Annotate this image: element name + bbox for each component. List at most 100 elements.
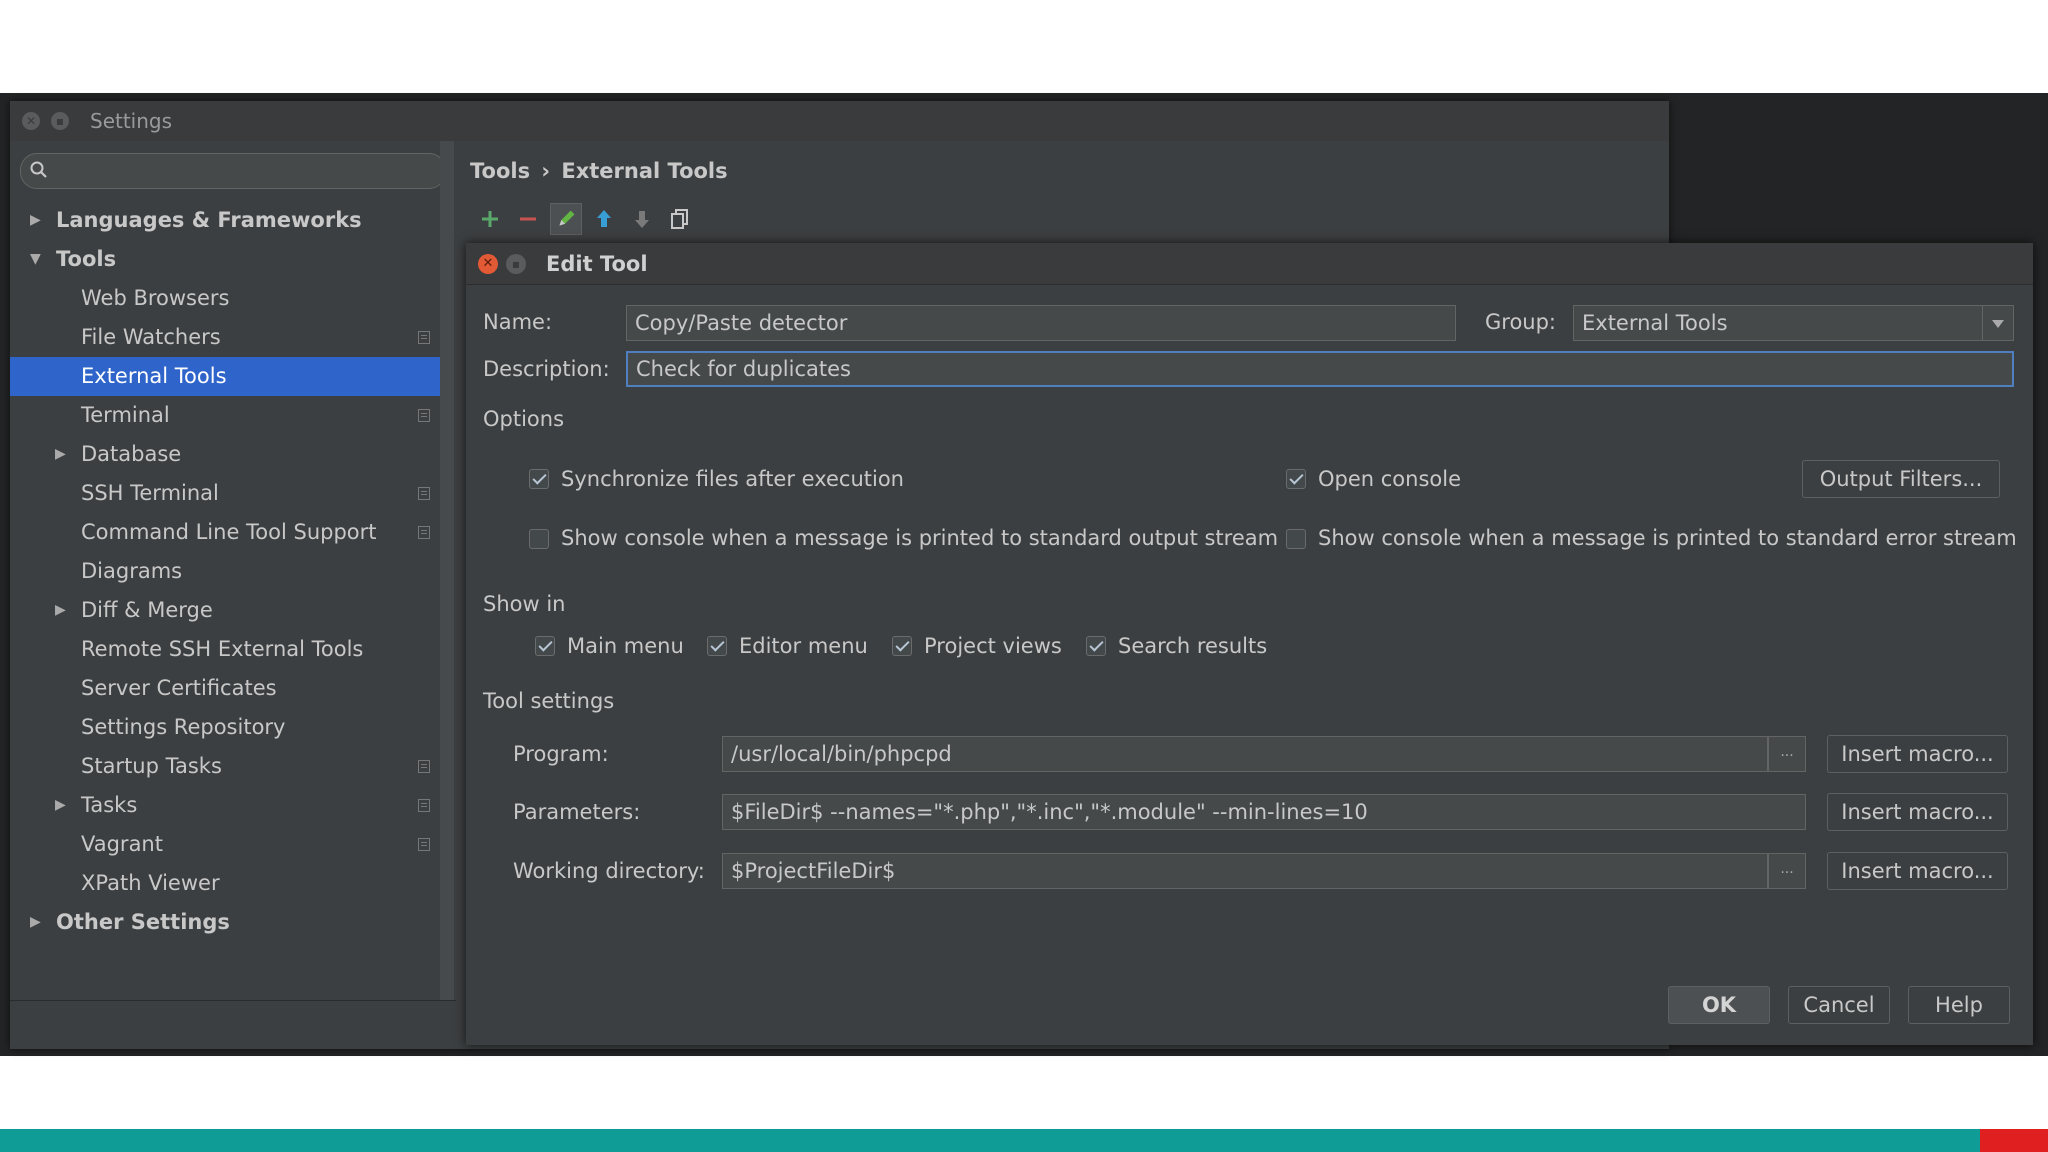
tree-item[interactable]: XPath Viewer [10, 864, 456, 903]
tree-item[interactable]: ▶ Languages & Frameworks [10, 201, 456, 240]
tree-item[interactable]: ▶ Tasks [10, 786, 456, 825]
tree-item[interactable]: ▶ Other Settings [10, 903, 456, 942]
tree-item[interactable]: Settings Repository [10, 708, 456, 747]
show-console-stderr-checkbox[interactable] [1286, 529, 1306, 549]
collapsed-arrow-icon[interactable]: ▶ [55, 435, 66, 474]
search-results-checkbox[interactable] [1086, 636, 1106, 656]
help-button[interactable]: Help [1908, 986, 2010, 1024]
minimize-icon[interactable]: ▪ [506, 254, 526, 274]
sidebar-scrollbar[interactable] [440, 141, 454, 1001]
group-select-value: External Tools [1582, 311, 1728, 335]
breadcrumb: Tools › External Tools [470, 159, 728, 183]
tree-item[interactable]: Command Line Tool Support [10, 513, 456, 552]
show-console-stdout-checkbox[interactable] [529, 529, 549, 549]
tree-item[interactable]: External Tools [10, 357, 454, 396]
tree-item[interactable]: ▶ Diff & Merge [10, 591, 456, 630]
chevron-down-icon[interactable] [1982, 306, 2013, 340]
editor-menu-label[interactable]: Editor menu [739, 634, 868, 658]
tree-item[interactable]: File Watchers [10, 318, 456, 357]
settings-titlebar: ✕ ▪ Settings [10, 101, 1669, 141]
browse-program-button[interactable]: ... [1768, 736, 1806, 772]
tree-item-label: Server Certificates [81, 676, 277, 700]
description-field[interactable]: Check for duplicates [626, 351, 2014, 387]
search-input[interactable] [20, 153, 446, 189]
divider [10, 1000, 456, 1001]
close-icon[interactable]: ✕ [22, 112, 40, 130]
parameters-field[interactable]: $FileDir$ --names="*.php","*.inc","*.mod… [722, 794, 1806, 830]
name-label: Name: [483, 310, 553, 334]
tree-item-label: Web Browsers [81, 286, 230, 310]
project-views-label[interactable]: Project views [924, 634, 1062, 658]
tool-settings-heading: Tool settings [483, 689, 615, 713]
tree-item[interactable]: ▼ Tools [10, 240, 456, 279]
search-results-label[interactable]: Search results [1118, 634, 1267, 658]
main-menu-label[interactable]: Main menu [567, 634, 684, 658]
tree-item[interactable]: Server Certificates [10, 669, 456, 708]
collapsed-arrow-icon[interactable]: ▶ [55, 786, 66, 825]
tree-item[interactable]: Web Browsers [10, 279, 456, 318]
breadcrumb-parent[interactable]: Tools [470, 159, 530, 183]
close-icon[interactable]: ✕ [478, 254, 498, 274]
tree-item[interactable]: Remote SSH External Tools [10, 630, 456, 669]
insert-macro-parameters-button[interactable]: Insert macro... [1827, 793, 2008, 831]
parameters-label: Parameters: [513, 800, 641, 824]
tree-item-label: Tasks [81, 793, 138, 817]
tree-item-label: Diagrams [81, 559, 183, 583]
bottom-margin [0, 1056, 2048, 1129]
edit-icon[interactable] [550, 203, 582, 235]
sync-files-checkbox[interactable] [529, 469, 549, 489]
insert-macro-program-button[interactable]: Insert macro... [1827, 735, 2008, 773]
show-in-heading: Show in [483, 592, 566, 616]
dialog-title: Edit Tool [546, 252, 648, 276]
remove-icon[interactable] [512, 203, 544, 235]
tree-item[interactable]: Vagrant [10, 825, 456, 864]
bottom-accent-red [1980, 1129, 2048, 1152]
show-console-stdout-label[interactable]: Show console when a message is printed t… [561, 526, 1278, 550]
tree-item[interactable]: ▶ Database [10, 435, 456, 474]
collapsed-arrow-icon[interactable]: ▶ [30, 903, 41, 942]
tree-item-label: File Watchers [81, 325, 221, 349]
tree-item-label: Other Settings [56, 910, 230, 934]
collapsed-arrow-icon[interactable]: ▶ [30, 201, 41, 240]
working-directory-field[interactable]: $ProjectFileDir$ [722, 853, 1768, 889]
sync-files-label[interactable]: Synchronize files after execution [561, 467, 904, 491]
tree-item-label: Database [81, 442, 182, 466]
browse-working-directory-button[interactable]: ... [1768, 853, 1806, 889]
main-menu-checkbox[interactable] [535, 636, 555, 656]
project-views-checkbox[interactable] [892, 636, 912, 656]
insert-macro-working-directory-button[interactable]: Insert macro... [1827, 852, 2008, 890]
add-icon[interactable] [474, 203, 506, 235]
move-up-icon[interactable] [588, 203, 620, 235]
window-title: Settings [90, 109, 173, 133]
group-select[interactable]: External Tools [1573, 305, 2014, 341]
move-down-icon[interactable] [626, 203, 658, 235]
tree-item-label: Remote SSH External Tools [81, 637, 364, 661]
tree-item[interactable]: Terminal [10, 396, 456, 435]
tree-item-label: Diff & Merge [81, 598, 213, 622]
description-label: Description: [483, 357, 610, 381]
program-field[interactable]: /usr/local/bin/phpcpd [722, 736, 1768, 772]
show-console-stderr-label[interactable]: Show console when a message is printed t… [1318, 526, 2017, 550]
cancel-button[interactable]: Cancel [1788, 986, 1890, 1024]
expanded-arrow-icon[interactable]: ▼ [30, 240, 41, 279]
tree-item[interactable]: SSH Terminal [10, 474, 456, 513]
tree-item-label: Terminal [81, 403, 170, 427]
project-level-icon [418, 409, 430, 422]
group-label: Group: [1485, 310, 1557, 334]
open-console-checkbox[interactable] [1286, 469, 1306, 489]
tree-item[interactable]: Startup Tasks [10, 747, 456, 786]
tree-item-label: Tools [56, 247, 117, 271]
collapsed-arrow-icon[interactable]: ▶ [55, 591, 66, 630]
open-console-label[interactable]: Open console [1318, 467, 1461, 491]
tree-item-label: SSH Terminal [81, 481, 219, 505]
editor-menu-checkbox[interactable] [707, 636, 727, 656]
minimize-icon[interactable]: ▪ [51, 112, 69, 130]
name-field[interactable]: Copy/Paste detector [626, 305, 1456, 341]
project-level-icon [418, 526, 430, 539]
tree-item[interactable]: Diagrams [10, 552, 456, 591]
copy-icon[interactable] [664, 203, 696, 235]
ok-button[interactable]: OK [1668, 986, 1770, 1024]
tree-item-label: Command Line Tool Support [81, 520, 377, 544]
output-filters-button[interactable]: Output Filters... [1802, 460, 2000, 498]
tree-item-label: External Tools [81, 364, 227, 388]
